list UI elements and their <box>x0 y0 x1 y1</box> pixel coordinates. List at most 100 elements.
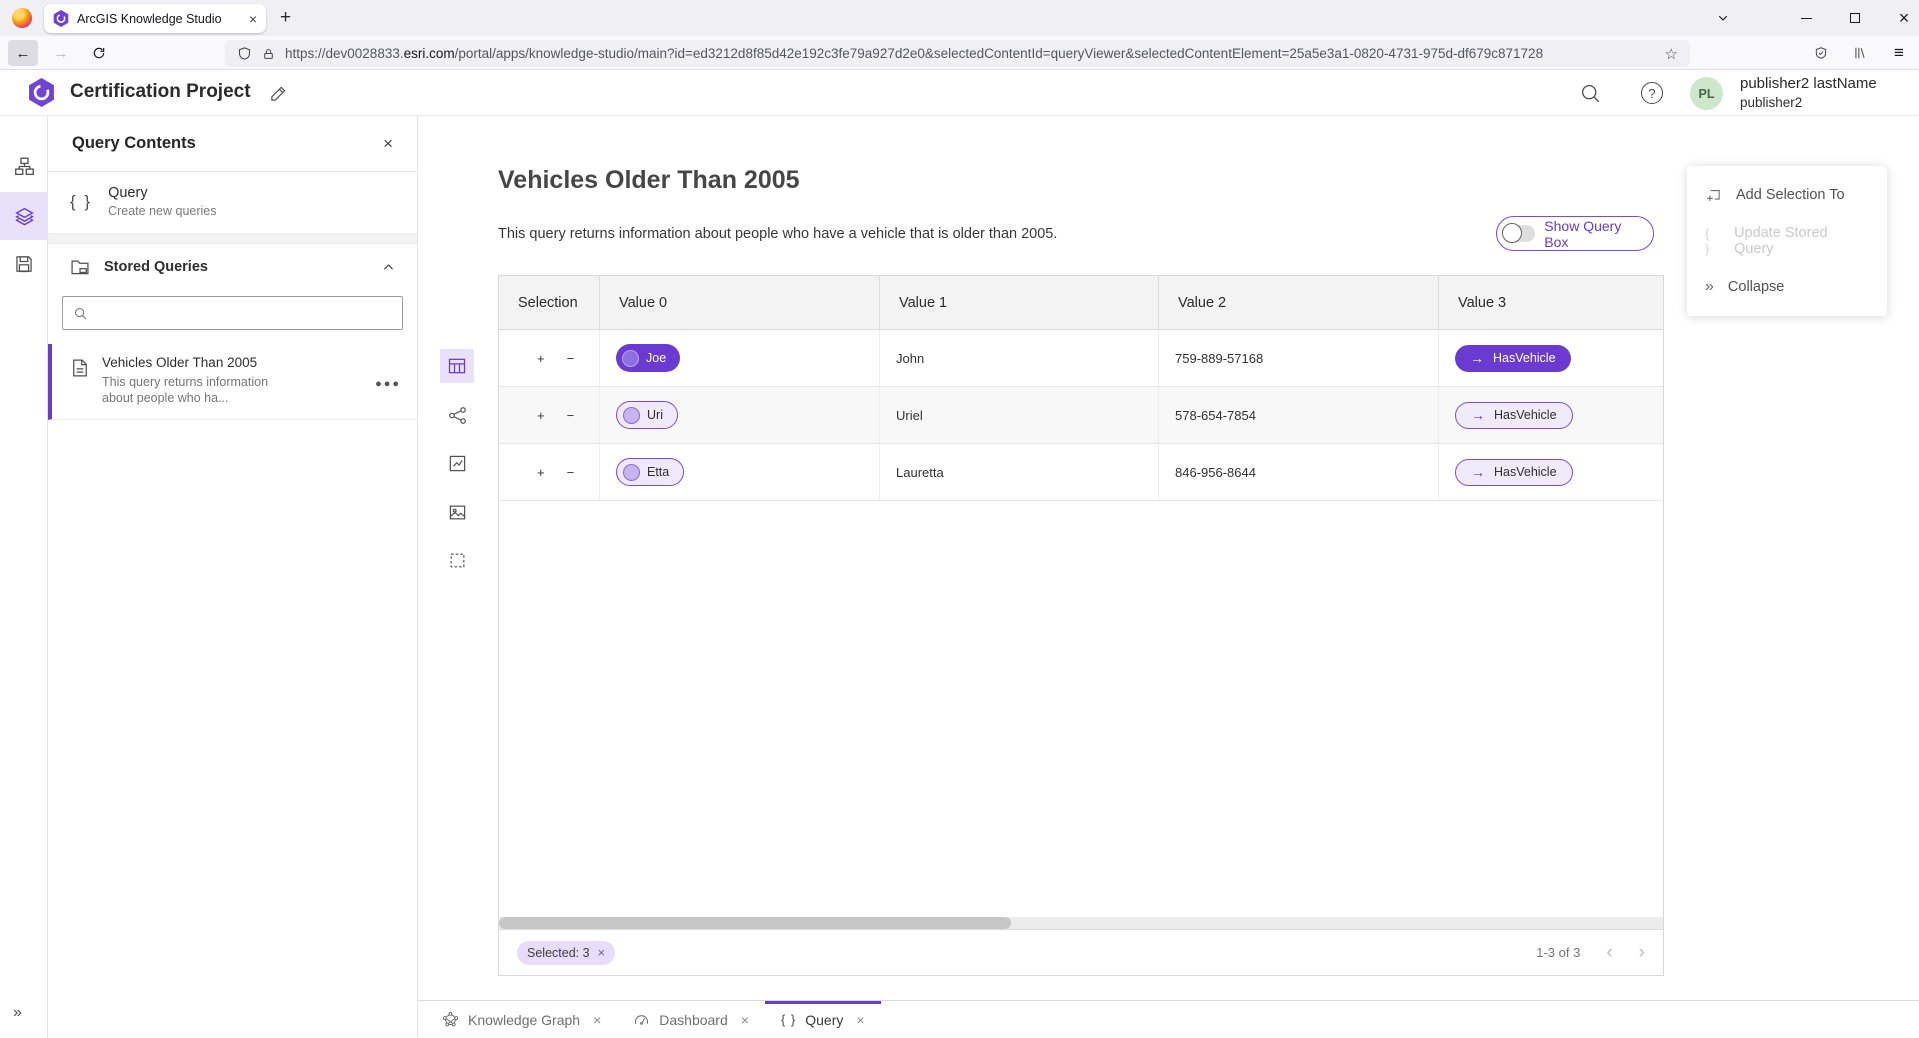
new-query-item[interactable]: { } Query Create new queries <box>48 172 417 234</box>
tab-close-icon[interactable]: × <box>249 11 257 27</box>
remove-from-selection-icon[interactable]: − <box>567 465 575 480</box>
expand-rail-icon[interactable]: » <box>13 1004 22 1022</box>
stored-query-doc-icon <box>70 358 90 378</box>
remove-from-selection-icon[interactable]: − <box>567 408 575 423</box>
url-text[interactable]: https://dev0028833.esri.com/portal/apps/… <box>285 46 1655 61</box>
entity-pill[interactable]: Uri <box>616 401 678 429</box>
column-header[interactable]: Selection <box>499 276 600 329</box>
stored-search-input[interactable] <box>96 306 392 321</box>
rail-item-data-model[interactable] <box>0 142 48 190</box>
user-username: publisher2 <box>1740 93 1877 112</box>
help-button[interactable]: ? <box>1636 77 1668 109</box>
stored-search-box[interactable] <box>62 296 403 330</box>
cell-value2: 759-889-57168 <box>1159 330 1439 386</box>
menu-item-update-stored-query[interactable]: { } Update Stored Query <box>1687 218 1887 264</box>
lock-icon <box>262 47 275 61</box>
browser-tab[interactable]: ArcGIS Knowledge Studio × <box>44 4 266 33</box>
question-icon: ? <box>1641 82 1663 104</box>
reload-button[interactable] <box>84 40 114 66</box>
menu-item-collapse[interactable]: » Collapse <box>1687 264 1887 310</box>
chart-icon <box>448 454 467 473</box>
horizontal-scrollbar[interactable] <box>499 917 1663 929</box>
select-area-button[interactable] <box>440 543 474 577</box>
cell-value2: 578-654-7854 <box>1159 387 1439 443</box>
rail-item-saved[interactable] <box>0 240 48 288</box>
tab-dashboard[interactable]: Dashboard × <box>617 1001 765 1038</box>
tracking-shield-icon[interactable] <box>237 46 252 61</box>
rail-item-contents[interactable] <box>0 192 48 240</box>
edit-pencil-icon[interactable] <box>270 84 288 102</box>
panel-close-icon[interactable]: × <box>383 134 393 154</box>
query-title: Vehicles Older Than 2005 <box>498 166 800 195</box>
search-button[interactable] <box>1574 77 1606 109</box>
firefox-icon[interactable] <box>12 8 32 28</box>
link-chart-button[interactable] <box>440 398 474 432</box>
column-header[interactable]: Value 2 <box>1159 276 1439 329</box>
cell-value1: John <box>880 330 1159 386</box>
protections-icon[interactable] <box>1806 40 1836 66</box>
relationship-pill[interactable]: →HasVehicle <box>1455 402 1573 429</box>
add-to-selection-icon[interactable]: + <box>537 408 545 423</box>
search-icon <box>1580 83 1601 104</box>
toggle-track[interactable] <box>1504 225 1535 242</box>
add-to-selection-icon[interactable]: + <box>537 465 545 480</box>
user-info[interactable]: publisher2 lastName publisher2 <box>1740 74 1877 112</box>
selected-chip[interactable]: Selected: 3 × <box>517 941 615 965</box>
tab-knowledge-graph[interactable]: Knowledge Graph × <box>426 1001 617 1038</box>
minimize-button[interactable] <box>1789 0 1823 36</box>
relationship-pill[interactable]: →HasVehicle <box>1455 345 1571 372</box>
avatar[interactable]: PL <box>1690 77 1723 110</box>
column-header[interactable]: Value 0 <box>600 276 880 329</box>
left-icon-rail: » <box>0 116 48 1038</box>
add-to-selection-icon[interactable]: + <box>537 351 545 366</box>
braces-icon: { } <box>781 1012 796 1027</box>
table-icon <box>447 356 467 376</box>
scrollbar-thumb[interactable] <box>499 917 1011 929</box>
stored-queries-header[interactable]: Stored Queries <box>48 244 417 290</box>
results-table: Selection Value 0 Value 1 Value 2 Value … <box>498 275 1664 976</box>
table-row[interactable]: +− Etta Lauretta 846-956-8644 →HasVehicl… <box>499 444 1663 501</box>
menu-hamburger-icon[interactable]: ≡ <box>1884 40 1914 66</box>
maximize-button[interactable] <box>1838 0 1872 36</box>
table-row[interactable]: + − Joe John 759-889-57168 →HasVehicle <box>499 330 1663 387</box>
chart-view-button[interactable] <box>440 446 474 480</box>
entity-pill[interactable]: Etta <box>616 458 684 486</box>
tab-list-chevron-icon[interactable] <box>1706 0 1740 36</box>
forward-button[interactable]: → <box>46 40 76 66</box>
entity-pill[interactable]: Joe <box>616 344 680 372</box>
next-page-icon[interactable]: › <box>1639 943 1645 962</box>
tab-query[interactable]: { } Query × <box>765 1001 881 1038</box>
project-title: Certification Project <box>70 81 251 103</box>
toggle-knob[interactable] <box>1502 223 1522 243</box>
chevron-up-icon[interactable] <box>382 261 395 274</box>
new-tab-button[interactable]: + <box>280 5 291 31</box>
show-query-box-toggle[interactable]: Show Query Box <box>1496 216 1654 251</box>
arrow-right-icon: → <box>1471 464 1485 480</box>
item-overflow-icon[interactable]: ●●● <box>375 378 401 390</box>
cell-value2: 846-956-8644 <box>1159 444 1439 500</box>
stored-query-desc: This query returns information about peo… <box>102 374 302 406</box>
stored-query-item[interactable]: Vehicles Older Than 2005 This query retu… <box>48 344 417 420</box>
tab-close-icon[interactable]: × <box>593 1012 601 1028</box>
remove-from-selection-icon[interactable]: − <box>567 351 575 366</box>
column-header[interactable]: Value 3 <box>1439 276 1663 329</box>
query-description: This query returns information about peo… <box>498 226 1057 242</box>
close-window-button[interactable]: × <box>1887 0 1919 36</box>
column-header[interactable]: Value 1 <box>880 276 1159 329</box>
bookmark-star-icon[interactable]: ☆ <box>1665 45 1678 63</box>
menu-item-add-selection-to[interactable]: Add Selection To <box>1687 172 1887 218</box>
prev-page-icon[interactable]: ‹ <box>1606 943 1612 962</box>
app-logo <box>28 78 55 107</box>
table-view-button[interactable] <box>440 349 474 383</box>
browser-nav-bar: ← → https://dev0028833.esri.com/portal/a… <box>0 36 1919 70</box>
relationship-pill[interactable]: →HasVehicle <box>1455 459 1573 486</box>
tab-close-icon[interactable]: × <box>856 1012 864 1028</box>
back-button[interactable]: ← <box>8 40 38 66</box>
library-icon[interactable] <box>1845 40 1875 66</box>
media-view-button[interactable] <box>440 495 474 529</box>
table-row[interactable]: +− Uri Uriel 578-654-7854 →HasVehicle <box>499 387 1663 444</box>
chip-close-icon[interactable]: × <box>598 945 606 960</box>
context-menu: Add Selection To { } Update Stored Query… <box>1687 166 1887 316</box>
url-bar[interactable]: https://dev0028833.esri.com/portal/apps/… <box>225 40 1690 67</box>
tab-close-icon[interactable]: × <box>741 1012 749 1028</box>
